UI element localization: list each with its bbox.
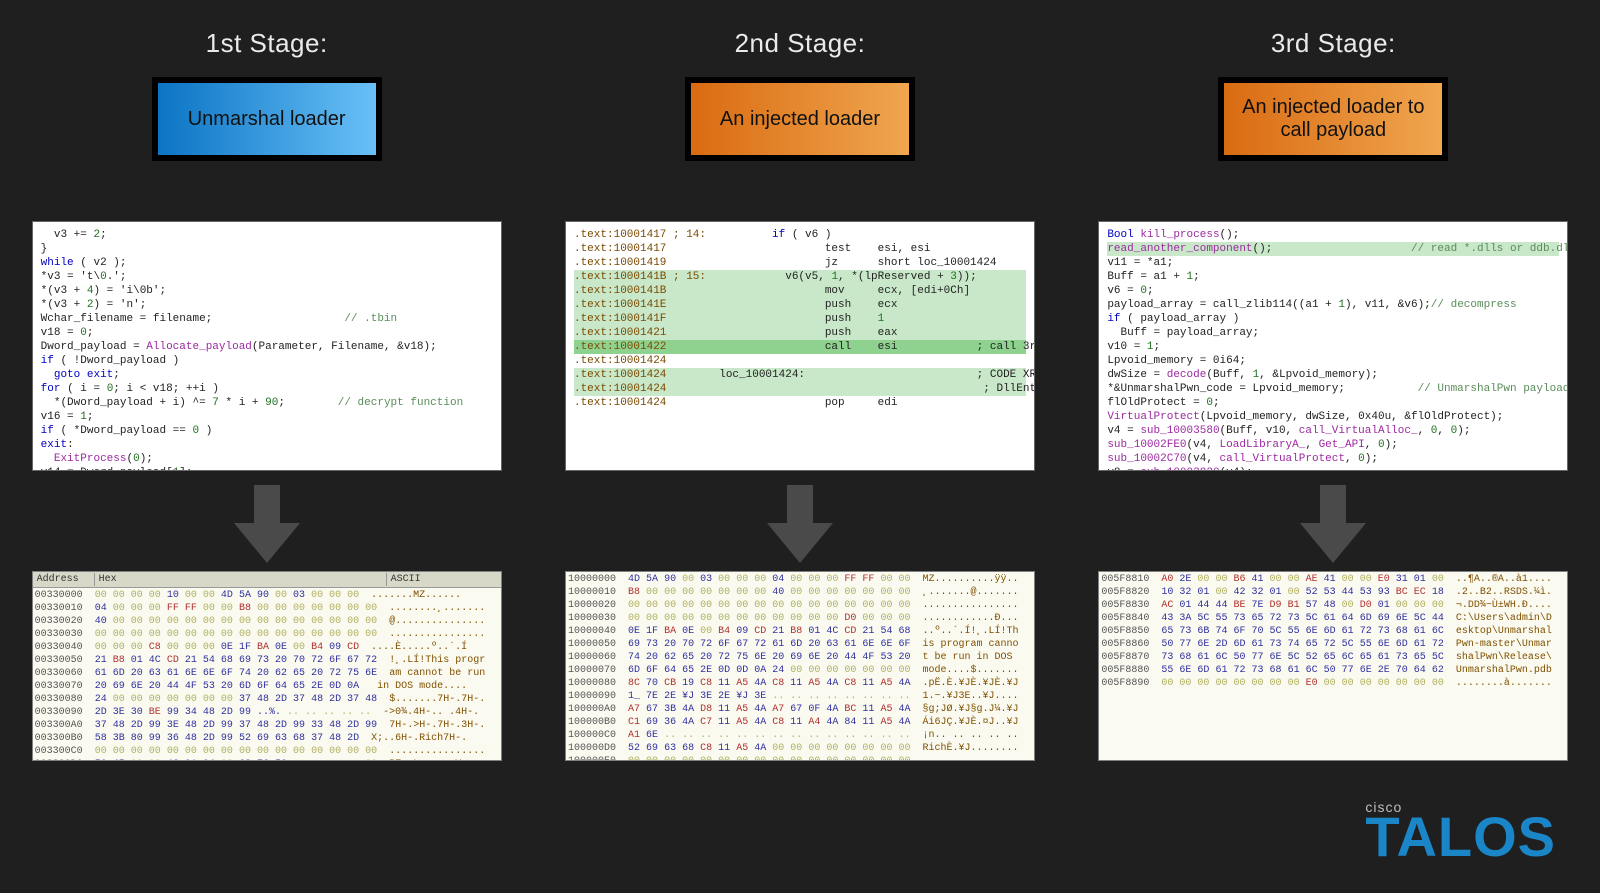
hex-body-3: 005F8810 A0 2E 00 00 B6 41 00 00 AE 41 0… bbox=[1099, 572, 1567, 691]
hex-panel-1: Address Hex ASCII 00330000 00 00 00 00 1… bbox=[32, 571, 502, 761]
stage-row: 1st Stage: Unmarshal loader 2nd Stage: A… bbox=[0, 0, 1600, 161]
arrow-down-icon bbox=[1298, 485, 1368, 563]
code-row: v3 += 2; } while ( v2 ); *v3 = 't\0.'; *… bbox=[0, 221, 1600, 471]
arrow-1 bbox=[32, 485, 502, 563]
stage-3-box: An injected loader to call payload bbox=[1218, 77, 1448, 161]
arrow-3 bbox=[1098, 485, 1568, 563]
hex-panel-2: 10000000 4D 5A 90 00 03 00 00 00 04 00 0… bbox=[565, 571, 1035, 761]
hex-col-address: Address bbox=[37, 573, 95, 586]
hex-header-1: Address Hex ASCII bbox=[33, 572, 501, 588]
logo-talos: TALOS bbox=[1365, 809, 1556, 865]
stage-col-2: 2nd Stage: An injected loader bbox=[565, 28, 1035, 161]
stage-1-box: Unmarshal loader bbox=[152, 77, 382, 161]
stage-2-title: 2nd Stage: bbox=[735, 28, 866, 59]
stage-3-title: 3rd Stage: bbox=[1271, 28, 1396, 59]
code-panel-1: v3 += 2; } while ( v2 ); *v3 = 't\0.'; *… bbox=[32, 221, 502, 471]
arrow-2 bbox=[565, 485, 1035, 563]
hex-body-1: 00330000 00 00 00 00 10 00 00 4D 5A 90 0… bbox=[33, 588, 501, 761]
logo: cisco TALOS bbox=[1365, 799, 1556, 865]
code-panel-2: .text:10001417 ; 14: if ( v6 ) .text:100… bbox=[565, 221, 1035, 471]
hex-body-2: 10000000 4D 5A 90 00 03 00 00 00 04 00 0… bbox=[566, 572, 1034, 761]
arrow-down-icon bbox=[232, 485, 302, 563]
code-panel-3: Bool kill_process(); read_another_compon… bbox=[1098, 221, 1568, 471]
stage-1-title: 1st Stage: bbox=[206, 28, 328, 59]
stage-col-1: 1st Stage: Unmarshal loader bbox=[32, 28, 502, 161]
stage-col-3: 3rd Stage: An injected loader to call pa… bbox=[1098, 28, 1568, 161]
stage-2-box: An injected loader bbox=[685, 77, 915, 161]
hex-col-ascii: ASCII bbox=[387, 573, 497, 586]
arrow-down-icon bbox=[765, 485, 835, 563]
hex-col-hex: Hex bbox=[95, 573, 387, 586]
hex-row: Address Hex ASCII 00330000 00 00 00 00 1… bbox=[0, 571, 1600, 761]
hex-panel-3: 005F8810 A0 2E 00 00 B6 41 00 00 AE 41 0… bbox=[1098, 571, 1568, 761]
arrow-row bbox=[0, 485, 1600, 563]
